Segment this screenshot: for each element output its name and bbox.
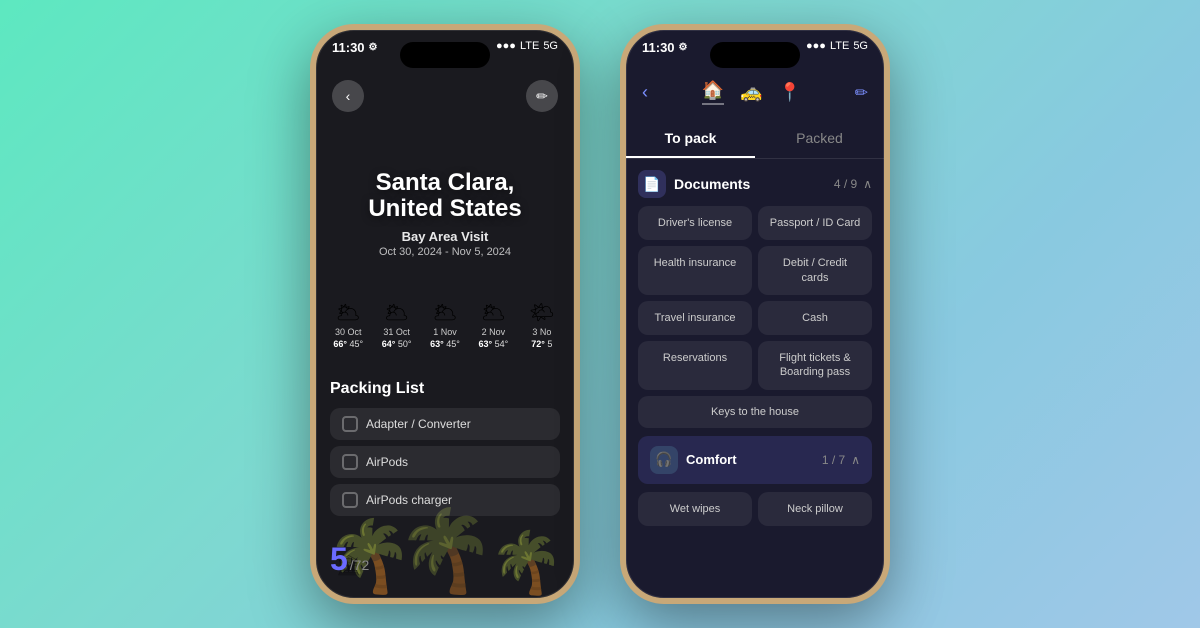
weather-day-3: 🌥 1 Nov 63° 45°: [423, 300, 467, 349]
status-time-2: 11:30 ⚙: [642, 40, 688, 55]
trip-dates: Oct 30, 2024 - Nov 5, 2024: [316, 246, 574, 258]
nav-icons: 🏠 🚕 📍: [702, 80, 801, 105]
status-time-1: 11:30 ⚙: [332, 40, 378, 55]
documents-count: 4 / 9 ∧: [834, 177, 872, 191]
documents-items-grid: Driver's license Passport / ID Card Heal…: [638, 206, 872, 428]
phone-1-content: 🌴 🌴 🌴 🏛 ‹ ✏ Santa Clara,United States Ba…: [316, 30, 574, 598]
phone-2-header: ‹ 🏠 🚕 📍 ✏: [626, 80, 884, 105]
list-item[interactable]: Travel insurance: [638, 301, 752, 335]
status-icons-1: ●●● LTE 5G: [496, 40, 558, 52]
packing-list: Adapter / Converter AirPods AirPods char…: [330, 408, 560, 516]
phone-2: 11:30 ⚙ ●●● LTE 5G ‹ 🏠 🚕 📍 ✏ To pack P: [620, 24, 890, 604]
phone-2-content: ‹ 🏠 🚕 📍 ✏ To pack Packed 📄 Docume: [626, 30, 884, 598]
comfort-icon: 🎧: [650, 446, 678, 474]
comfort-count: 1 / 7 ∧: [822, 453, 860, 467]
documents-category-header: 📄 Documents 4 / 9 ∧: [638, 160, 872, 206]
weather-day-4: 🌥 2 Nov 63° 54°: [471, 300, 515, 349]
city-info: Santa Clara,United States Bay Area Visit…: [316, 170, 574, 258]
list-item[interactable]: Adapter / Converter: [330, 408, 560, 440]
documents-icon: 📄: [638, 170, 666, 198]
nav-taxi-icon[interactable]: 🚕: [740, 82, 762, 103]
phone-1-header: ‹ ✏: [316, 80, 574, 112]
list-item[interactable]: Debit / Credit cards: [758, 246, 872, 295]
weather-day-5: 🌤 3 No 72° 5: [520, 300, 564, 349]
list-item[interactable]: AirPods: [330, 446, 560, 478]
tab-to-pack[interactable]: To pack: [626, 120, 755, 158]
packing-section: Packing List Adapter / Converter AirPods…: [316, 380, 574, 598]
list-item[interactable]: Health insurance: [638, 246, 752, 295]
list-item[interactable]: Wet wipes: [638, 492, 752, 526]
packing-count: 5 /72: [330, 541, 369, 578]
weather-strip: 🌥 30 Oct 66° 45° 🌥 31 Oct 64° 50° 🌥 1 No…: [316, 300, 574, 349]
documents-label: Documents: [674, 176, 750, 192]
comfort-items-grid: Wet wipes Neck pillow: [638, 492, 872, 526]
checkbox-1[interactable]: [342, 416, 358, 432]
packing-header: Packing List: [330, 380, 560, 398]
edit-button-1[interactable]: ✏: [526, 80, 558, 112]
weather-day-1: 🌥 30 Oct 66° 45°: [326, 300, 370, 349]
checkbox-2[interactable]: [342, 454, 358, 470]
checkbox-3[interactable]: [342, 492, 358, 508]
trip-name: Bay Area Visit: [316, 229, 574, 244]
count-total: /72: [350, 557, 369, 573]
comfort-label: Comfort: [686, 452, 737, 467]
back-button-2[interactable]: ‹: [642, 82, 648, 103]
dynamic-island-2: [710, 42, 800, 68]
packing-list-2: 📄 Documents 4 / 9 ∧ Driver's license Pas…: [626, 160, 884, 598]
edit-button-2[interactable]: ✏: [855, 83, 868, 103]
list-item[interactable]: Cash: [758, 301, 872, 335]
phone-1: 11:30 ⚙ ●●● LTE 5G 🌴 🌴 🌴 🏛 ‹ ✏ San: [310, 24, 580, 604]
list-item[interactable]: Neck pillow: [758, 492, 872, 526]
packing-title: Packing List: [330, 380, 424, 398]
list-item[interactable]: Passport / ID Card: [758, 206, 872, 240]
nav-location-icon[interactable]: 📍: [779, 82, 801, 103]
list-item[interactable]: Keys to the house: [638, 396, 872, 428]
count-number: 5: [330, 541, 348, 578]
status-icons-2: ●●● LTE 5G: [806, 40, 868, 52]
dynamic-island-1: [400, 42, 490, 68]
nav-home-icon[interactable]: 🏠: [702, 80, 724, 105]
comfort-category-header: 🎧 Comfort 1 / 7 ∧: [638, 436, 872, 484]
list-item[interactable]: Flight tickets &Boarding pass: [758, 341, 872, 390]
list-item[interactable]: Driver's license: [638, 206, 752, 240]
list-item[interactable]: Reservations: [638, 341, 752, 390]
tabs: To pack Packed: [626, 120, 884, 159]
list-item[interactable]: AirPods charger: [330, 484, 560, 516]
weather-day-2: 🌥 31 Oct 64° 50°: [374, 300, 418, 349]
city-name: Santa Clara,United States: [316, 170, 574, 223]
back-button-1[interactable]: ‹: [332, 80, 364, 112]
tab-packed[interactable]: Packed: [755, 120, 884, 158]
